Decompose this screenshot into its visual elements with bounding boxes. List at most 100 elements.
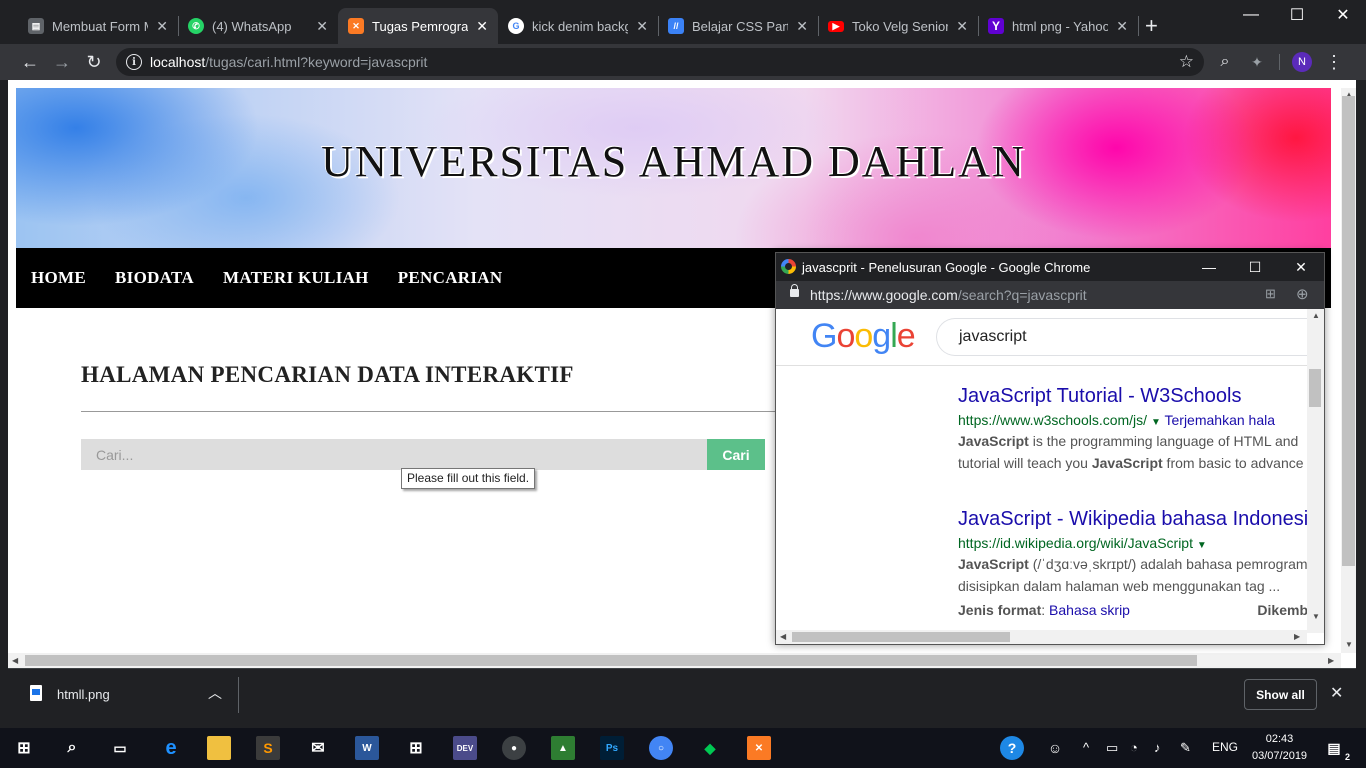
tab-membuat-form[interactable]: ▤ Membuat Form M ✕ (18, 8, 178, 44)
close-icon[interactable]: ✕ (476, 18, 488, 35)
search-icon[interactable]: ⌕ (60, 736, 84, 760)
reload-button[interactable]: ↻ (82, 50, 106, 74)
tab-label: kick denim backg (532, 18, 629, 34)
popup-horizontal-scroll-thumb[interactable] (792, 632, 1010, 642)
back-button[interactable]: ← (18, 50, 42, 74)
google-search-input[interactable]: javascript (936, 318, 1324, 356)
show-all-button[interactable]: Show all (1244, 679, 1317, 710)
site-header-banner: UNIVERSITAS AHMAD DAHLAN (16, 88, 1331, 248)
internet-explorer-icon[interactable]: e (159, 736, 183, 760)
popup-close-button[interactable]: ✕ (1278, 253, 1324, 281)
popup-minimize-button[interactable]: — (1186, 253, 1232, 281)
people-icon[interactable]: ☺ (1043, 736, 1067, 760)
translate-link[interactable]: Terjemahkan hala (1165, 412, 1276, 428)
help-icon[interactable]: ? (1000, 736, 1024, 760)
close-icon[interactable]: ✕ (796, 18, 808, 35)
devcpp-icon[interactable]: DEV (453, 736, 477, 760)
popup-address-bar[interactable]: https://www.google.com/search?q=javascpr… (776, 281, 1324, 309)
nav-home[interactable]: HOME (31, 268, 86, 288)
forward-button[interactable]: → (50, 50, 74, 74)
app-icon[interactable]: ◆ (698, 736, 722, 760)
google-logo[interactable]: Google (811, 317, 916, 356)
file-explorer-icon[interactable] (207, 736, 231, 760)
clock[interactable]: 02:43 03/07/2019 (1252, 731, 1307, 765)
close-icon[interactable]: ✕ (956, 18, 968, 35)
google-popup-window[interactable]: javascprit - Penelusuran Google - Google… (775, 252, 1325, 645)
tab-tugas-pemrograman[interactable]: ✕ Tugas Pemrogram ✕ (338, 8, 498, 44)
new-tab-button[interactable]: + (1145, 13, 1158, 39)
page-horizontal-scroll-thumb[interactable] (25, 655, 1197, 666)
site-title: UNIVERSITAS AHMAD DAHLAN (321, 137, 1026, 186)
chrome-icon (781, 259, 796, 274)
address-bar[interactable]: i localhost/tugas/cari.html?keyword=java… (116, 48, 1204, 76)
windows-start-icon[interactable]: ⊞ (12, 736, 36, 760)
tray-chevron-icon[interactable]: ^ (1083, 740, 1089, 755)
result-meta: Jenis format: Bahasa skrip Dikemb (958, 602, 1308, 618)
notification-center-icon[interactable]: ▤ 2 (1322, 736, 1350, 763)
chrome-alt-icon[interactable]: ○ (649, 736, 673, 760)
result-title-link[interactable]: JavaScript Tutorial - W3Schools (958, 385, 1318, 408)
youtube-icon: ▶ (828, 20, 844, 32)
task-view-icon[interactable]: ▭ (108, 736, 132, 760)
page-title: HALAMAN PENCARIAN DATA INTERAKTIF (81, 362, 574, 387)
close-icon[interactable]: ✕ (636, 18, 648, 35)
profile-avatar[interactable]: N (1292, 52, 1312, 72)
xampp-icon: ✕ (348, 18, 364, 34)
store-icon[interactable]: ⊞ (404, 736, 428, 760)
popup-url-host: https://www.google.com (810, 287, 958, 303)
tab-belajar-css[interactable]: // Belajar CSS Part 3 ✕ (658, 8, 818, 44)
nav-materi-kuliah[interactable]: MATERI KULIAH (223, 268, 369, 288)
sublime-text-icon[interactable]: S (256, 736, 280, 760)
popup-titlebar[interactable]: javascprit - Penelusuran Google - Google… (776, 253, 1324, 281)
camtasia-icon[interactable]: ▲ (551, 736, 575, 760)
download-bar: htmll.png ︿ Show all ✕ (8, 668, 1356, 720)
popup-vertical-scrollbar[interactable]: ▲ ▼ (1307, 309, 1324, 633)
word-icon[interactable]: W (355, 736, 379, 760)
battery-icon[interactable]: ▭ (1106, 740, 1118, 756)
nav-biodata[interactable]: BIODATA (115, 268, 194, 288)
popup-vertical-scroll-thumb[interactable] (1309, 369, 1321, 407)
bookmark-star-icon[interactable]: ☆ (1179, 52, 1194, 72)
search-result: JavaScript Tutorial - W3Schools https://… (958, 385, 1318, 474)
title-divider (81, 411, 781, 412)
tab-label: Tugas Pemrogram (372, 18, 469, 34)
close-icon[interactable]: ✕ (156, 18, 168, 35)
chrome-taskbar-icon[interactable]: ● (502, 736, 526, 760)
search-result: JavaScript - Wikipedia bahasa Indonesia … (958, 508, 1318, 621)
popup-maximize-button[interactable]: ☐ (1232, 253, 1278, 281)
tab-strip: ▤ Membuat Form M ✕ ✆ (4) WhatsApp ✕ ✕ Tu… (0, 0, 1366, 48)
info-icon[interactable]: i (126, 54, 142, 70)
language-indicator[interactable]: ENG (1212, 740, 1238, 754)
nav-pencarian[interactable]: PENCARIAN (398, 268, 503, 288)
close-window-button[interactable]: ✕ (1320, 0, 1366, 30)
tab-kick-denim[interactable]: G kick denim backg ✕ (498, 8, 658, 44)
close-icon[interactable]: ✕ (1116, 18, 1128, 35)
network-icon[interactable]: ◔ (1130, 740, 1138, 755)
maximize-button[interactable]: ☐ (1274, 0, 1320, 30)
result-url: https://www.w3schools.com/js/ ▼ Terjemah… (958, 412, 1276, 428)
tab-toko-velg[interactable]: ▶ Toko Velg Senior ✕ (818, 8, 978, 44)
menu-kebab-icon[interactable]: ⋮ (1322, 50, 1346, 74)
result-snippet: JavaScript is the programming language o… (958, 433, 1304, 471)
extension-icon[interactable]: ✦ (1245, 50, 1269, 74)
search-input[interactable] (81, 439, 707, 470)
search-button[interactable]: Cari (707, 439, 765, 470)
minimize-button[interactable]: — (1228, 0, 1274, 30)
close-download-bar-icon[interactable]: ✕ (1330, 683, 1343, 703)
result-title-link[interactable]: JavaScript - Wikipedia bahasa Indonesia (958, 508, 1318, 531)
result-snippet: JavaScript (/ˈdʒɑːvəˌskrɪpt/) adalah bah… (958, 556, 1308, 594)
download-filename[interactable]: htmll.png (57, 687, 110, 702)
chevron-up-icon[interactable]: ︿ (208, 683, 222, 703)
pen-icon[interactable]: ✎ (1180, 740, 1191, 756)
page-vertical-scroll-thumb[interactable] (1342, 96, 1355, 566)
zoom-icon[interactable]: ⊕ (1296, 285, 1309, 303)
translate-icon[interactable]: ⊞ (1265, 286, 1276, 302)
search-lens-icon[interactable]: ⌕ (1213, 50, 1237, 74)
close-icon[interactable]: ✕ (316, 18, 328, 35)
volume-icon[interactable]: ♪ (1154, 740, 1161, 755)
tab-whatsapp[interactable]: ✆ (4) WhatsApp ✕ (178, 8, 338, 44)
tab-html-png-yahoo[interactable]: Y html png - Yahoo ✕ (978, 8, 1138, 44)
photoshop-icon[interactable]: Ps (600, 736, 624, 760)
mail-icon[interactable]: ✉ (306, 736, 330, 760)
xampp-taskbar-icon[interactable]: ✕ (747, 736, 771, 760)
